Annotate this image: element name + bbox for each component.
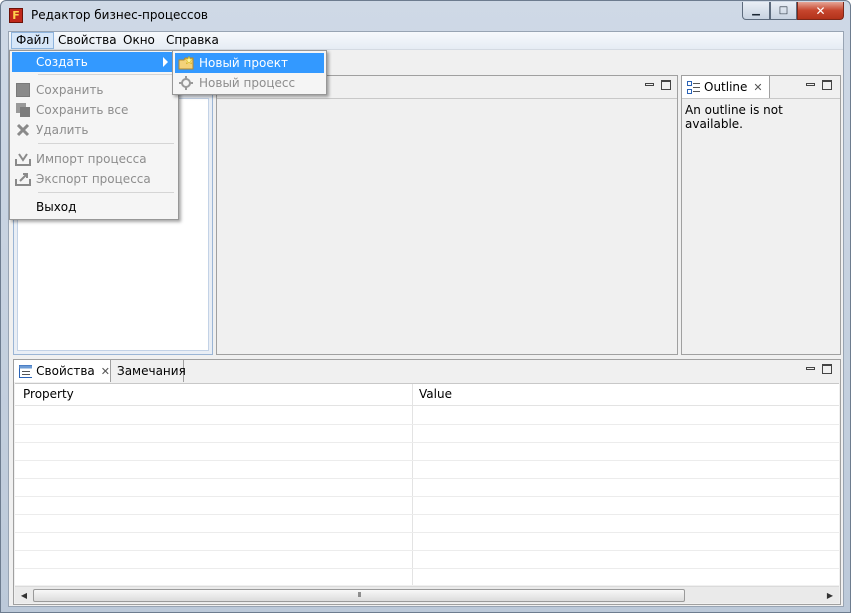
import-icon [15,151,31,167]
delete-icon [15,122,31,138]
tab-outline-label: Outline [704,80,748,94]
save-all-icon [15,102,31,118]
editor-area[interactable] [217,98,677,354]
menu-item-new-process[interactable]: Новый процесс [175,73,324,93]
tab-properties[interactable]: Свойства ✕ [14,360,111,382]
tab-outline[interactable]: Outline ✕ [682,76,770,98]
horizontal-scrollbar[interactable]: ◀ III ▶ [15,586,839,603]
table-row [15,424,839,425]
table-row [15,442,839,443]
minimize-view-icon[interactable] [806,367,815,370]
table-row [15,550,839,551]
column-header-property[interactable]: Property [23,387,74,401]
scrollbar-thumb[interactable]: III [33,589,685,602]
minimize-view-icon[interactable] [806,83,815,86]
menu-item-save-all-label: Сохранить все [36,103,129,117]
outline-panel: Outline ✕ An outline is not available. [681,75,841,355]
menu-help[interactable]: Справка [162,32,223,49]
menu-item-new-project[interactable]: Новый проект [175,53,324,73]
close-icon[interactable]: ✕ [753,81,762,94]
table-row [15,478,839,479]
properties-tabs: Свойства ✕ Замечания [14,360,840,382]
menu-item-export-process-label: Экспорт процесса [36,172,151,186]
save-icon [15,82,31,98]
properties-table[interactable]: Property Value [15,383,839,585]
close-icon: ✕ [815,3,826,18]
column-header-value[interactable]: Value [419,387,452,401]
create-submenu: Новый проект Новый процесс [172,50,327,95]
maximize-view-icon[interactable] [822,80,832,90]
outline-view-controls [806,80,832,90]
app-icon: F [9,8,23,23]
menu-item-export-process[interactable]: Экспорт процесса [12,169,176,189]
table-row [15,496,839,497]
submenu-arrow-icon [163,57,168,67]
tab-properties-label: Свойства [36,364,95,378]
maximize-icon: □ [778,5,789,16]
application-window: F Редактор бизнес-процессов ▁ □ ✕ Файл С… [0,0,851,613]
maximize-view-icon[interactable] [661,80,671,90]
menu-bar: Файл Свойства Окно Справка [9,32,843,50]
properties-panel: Свойства ✕ Замечания Property Value ◀ II… [13,359,841,605]
menu-item-save[interactable]: Сохранить [12,80,176,100]
outline-message: An outline is not available. [685,103,783,131]
minimize-view-icon[interactable] [645,83,654,86]
maximize-view-icon[interactable] [822,364,832,374]
new-project-icon [178,55,194,71]
title-bar[interactable]: F Редактор бизнес-процессов ▁ □ ✕ [1,1,850,31]
menu-window[interactable]: Окно [119,32,159,49]
minimize-icon: ▁ [752,5,760,16]
menu-item-delete[interactable]: Удалить [12,120,176,140]
scroll-left-icon[interactable]: ◀ [17,589,31,602]
table-row [15,568,839,569]
menu-item-save-all[interactable]: Сохранить все [12,100,176,120]
table-row [15,514,839,515]
menu-file[interactable]: Файл [11,32,55,49]
menu-item-new-project-label: Новый проект [199,56,288,70]
tab-remarks[interactable]: Замечания [112,360,186,382]
properties-table-header: Property Value [15,384,839,406]
column-separator[interactable] [412,384,413,585]
menu-item-import-process[interactable]: Импорт процесса [12,149,176,169]
menu-properties[interactable]: Свойства [54,32,121,49]
close-icon[interactable]: ✕ [101,365,110,378]
close-button[interactable]: ✕ [797,2,844,20]
properties-view-controls [806,364,832,374]
maximize-button[interactable]: □ [770,2,797,20]
outline-icon [687,80,700,94]
new-process-icon [178,75,194,91]
table-row [15,532,839,533]
grip-icon: III [357,591,361,599]
tab-remarks-label: Замечания [117,364,186,378]
menu-item-create-label: Создать [36,55,88,69]
menu-item-save-label: Сохранить [36,83,104,97]
window-title: Редактор бизнес-процессов [31,8,208,22]
outline-content: An outline is not available. [682,98,840,354]
export-icon [15,171,31,187]
editor-view-controls [645,80,671,90]
menu-item-exit-label: Выход [36,200,77,214]
scroll-right-icon[interactable]: ▶ [823,589,837,602]
menu-item-delete-label: Удалить [36,123,89,137]
menu-item-exit[interactable]: Выход [12,197,176,217]
menu-separator [38,192,174,193]
properties-icon [19,364,33,378]
menu-item-import-process-label: Импорт процесса [36,152,147,166]
table-row [15,460,839,461]
minimize-button[interactable]: ▁ [742,2,770,20]
menu-separator [38,143,174,144]
menu-item-create[interactable]: Создать [12,52,176,72]
file-menu-dropdown: Создать Сохранить Сохранить все Удалить … [9,50,179,220]
menu-separator [38,74,174,75]
editor-panel [216,75,678,355]
menu-item-new-process-label: Новый процесс [199,76,296,90]
